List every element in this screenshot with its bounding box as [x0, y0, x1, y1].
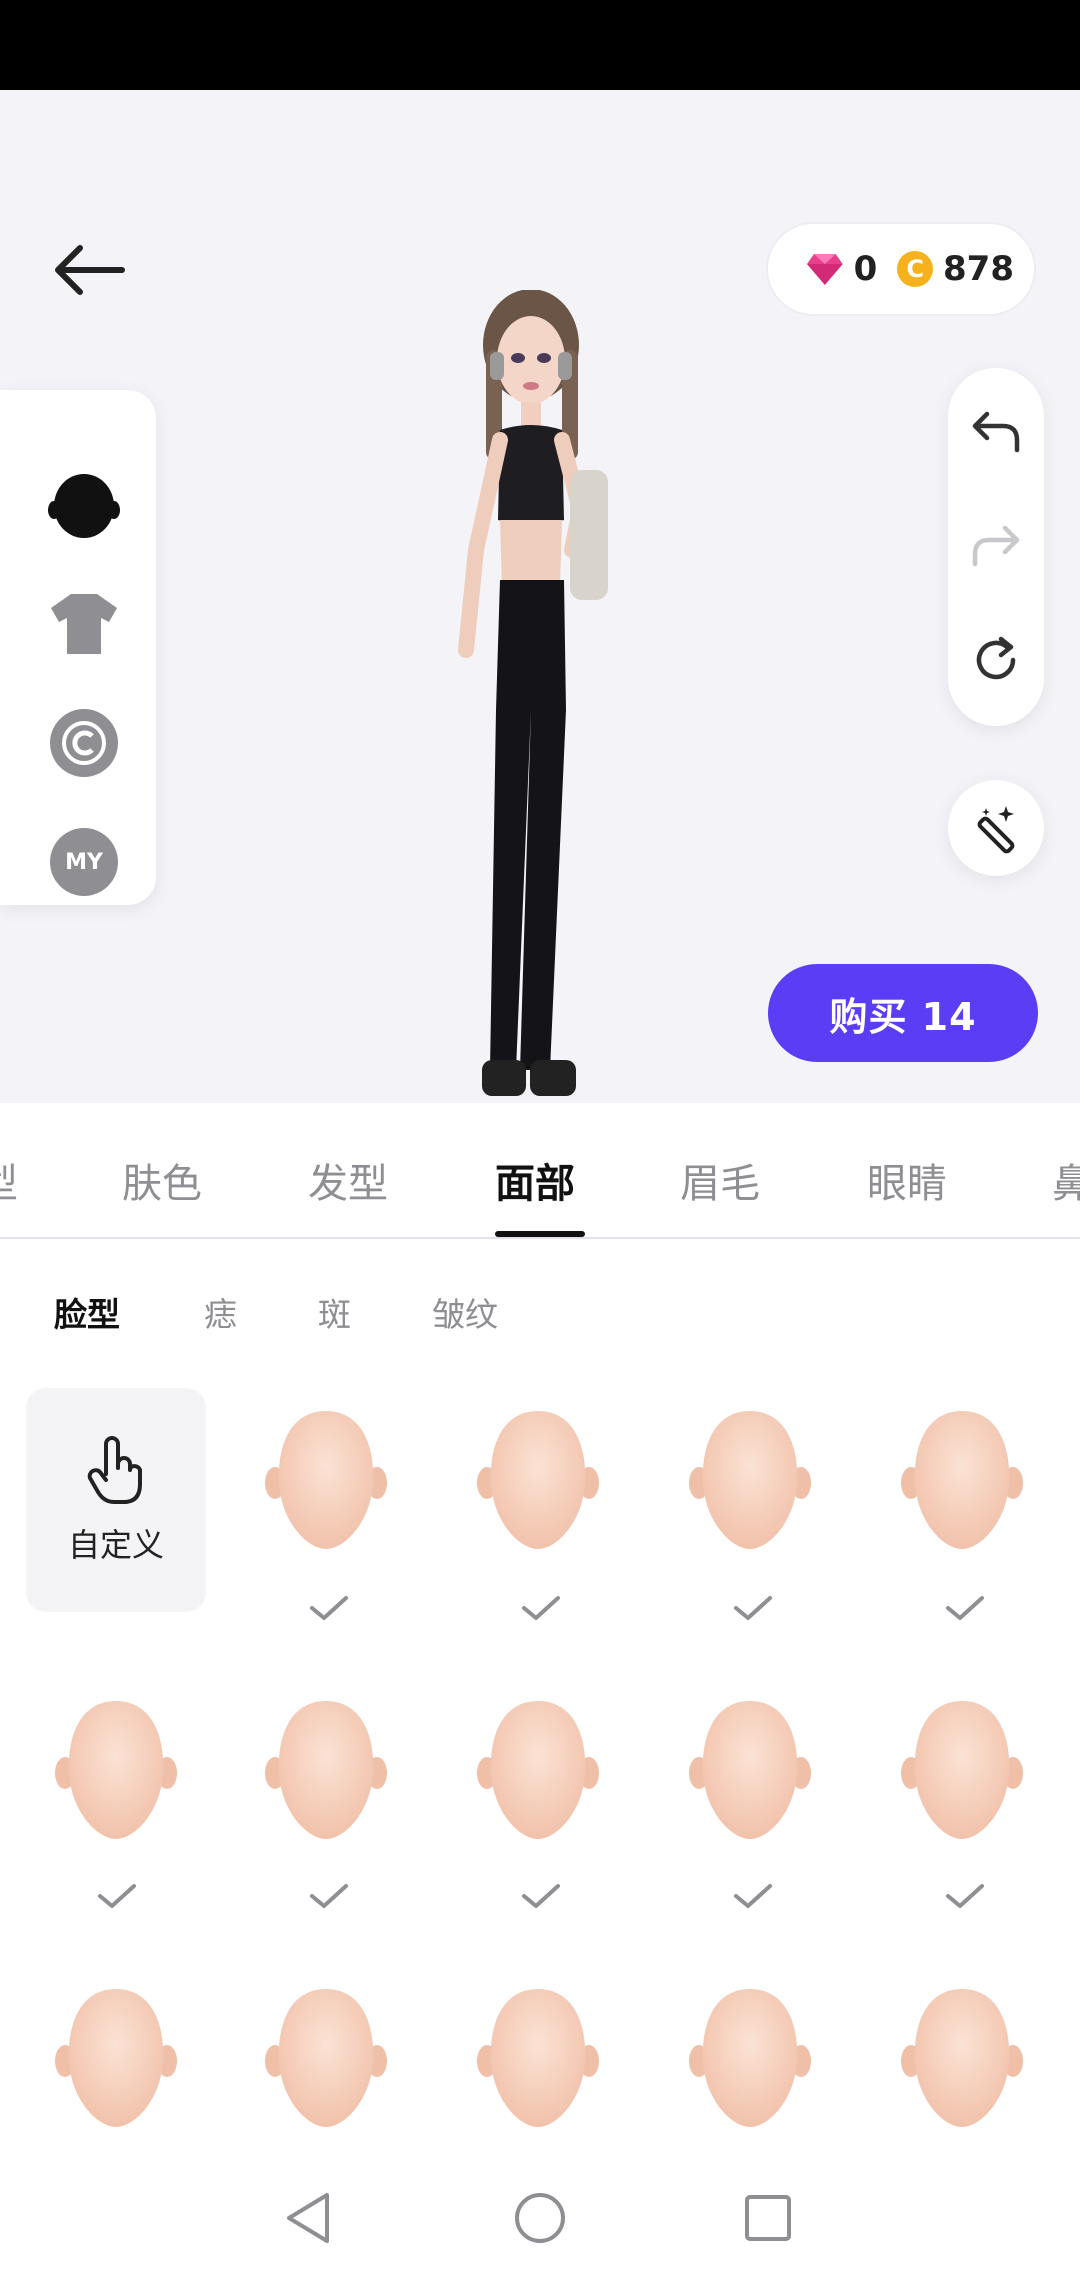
status-bar — [0, 0, 1080, 90]
tab-face[interactable]: 面部 — [495, 1151, 575, 1209]
face-shape-icon — [897, 1405, 1027, 1555]
gem-count: 0 — [853, 249, 878, 289]
buy-button[interactable]: 购买 14 — [768, 964, 1038, 1062]
copyright-icon — [50, 709, 118, 777]
magic-wand-icon — [977, 806, 1015, 854]
face-shape-icon — [261, 1983, 391, 2133]
face-shape-option[interactable] — [660, 1680, 840, 1860]
clothing-category-button[interactable] — [48, 588, 120, 660]
shirt-icon — [51, 594, 117, 654]
undo-button[interactable] — [966, 402, 1026, 462]
face-shape-option[interactable] — [236, 1390, 416, 1570]
nav-recents-button[interactable] — [738, 2188, 798, 2248]
redo-icon — [972, 525, 1020, 567]
custom-tile-label: 自定义 — [67, 1526, 164, 1564]
hand-pointer-icon — [87, 1436, 142, 1504]
owned-check-icon — [96, 1882, 138, 1910]
undo-icon — [972, 411, 1020, 453]
currency-pill[interactable]: 0 C 878 — [766, 222, 1036, 316]
owned-check-icon — [520, 1882, 562, 1910]
face-shape-icon — [685, 1695, 815, 1845]
face-shape-icon — [473, 1405, 603, 1555]
nav-back-button[interactable] — [278, 2188, 338, 2248]
refresh-icon — [976, 636, 1016, 680]
gem-icon — [806, 254, 843, 285]
face-shape-option[interactable] — [26, 1968, 206, 2148]
face-shape-icon — [685, 1983, 815, 2133]
face-shape-option[interactable] — [448, 1680, 628, 1860]
subtab-face-shape[interactable]: 脸型 — [54, 1288, 120, 1336]
tab-eyebrows[interactable]: 眉毛 — [680, 1151, 760, 1209]
face-shape-icon — [897, 1983, 1027, 2133]
custom-face-tile[interactable]: 自定义 — [26, 1388, 206, 1612]
owned-check-icon — [308, 1882, 350, 1910]
tab-hairstyle[interactable]: 发型 — [308, 1151, 388, 1209]
face-shape-option[interactable] — [236, 1968, 416, 2148]
tab-skin-color[interactable]: 肤色 — [122, 1151, 202, 1209]
coin-icon: C — [897, 251, 934, 287]
face-shape-icon — [51, 1983, 181, 2133]
face-shape-option[interactable] — [660, 1968, 840, 2148]
face-shape-option[interactable] — [448, 1968, 628, 2148]
system-nav-bar — [0, 2150, 1080, 2280]
copyright-category-button[interactable] — [48, 707, 120, 779]
owned-check-icon — [732, 1882, 774, 1910]
face-shape-icon — [473, 1983, 603, 2133]
category-side-panel: MY — [0, 390, 156, 905]
history-panel — [948, 368, 1044, 726]
back-button[interactable] — [46, 240, 136, 300]
owned-check-icon — [520, 1594, 562, 1622]
face-shape-option[interactable] — [872, 1390, 1052, 1570]
tab-nose[interactable]: 鼻 — [1052, 1151, 1080, 1209]
redo-button[interactable] — [966, 516, 1026, 576]
magic-wand-button[interactable] — [948, 780, 1044, 876]
face-shape-icon — [261, 1695, 391, 1845]
face-shape-icon — [897, 1695, 1027, 1845]
active-tab-indicator — [495, 1231, 585, 1237]
my-category-button[interactable]: MY — [48, 826, 120, 898]
tab-eyes[interactable]: 眼睛 — [867, 1151, 947, 1209]
subtab-spot[interactable]: 斑 — [318, 1288, 351, 1336]
owned-check-icon — [308, 1594, 350, 1622]
coin-count: 878 — [943, 249, 1014, 289]
face-shape-option[interactable] — [872, 1968, 1052, 2148]
head-category-button[interactable] — [48, 470, 120, 542]
owned-check-icon — [944, 1882, 986, 1910]
face-shape-icon — [261, 1405, 391, 1555]
owned-check-icon — [944, 1594, 986, 1622]
face-shape-icon — [51, 1695, 181, 1845]
avatar-figure[interactable] — [400, 290, 660, 1102]
subtab-wrinkles[interactable]: 皱纹 — [432, 1288, 498, 1336]
face-shape-option[interactable] — [872, 1680, 1052, 1860]
circle-home-icon — [515, 2193, 565, 2243]
face-shape-option[interactable] — [660, 1390, 840, 1570]
nav-home-button[interactable] — [510, 2188, 570, 2248]
owned-check-icon — [732, 1594, 774, 1622]
back-arrow-icon — [55, 245, 125, 295]
reset-button[interactable] — [966, 630, 1026, 690]
face-shape-icon — [685, 1405, 815, 1555]
category-tabs: 型 肤色 发型 面部 眉毛 眼睛 鼻 — [0, 1103, 1080, 1239]
head-icon — [48, 474, 120, 538]
square-recents-icon — [745, 2195, 791, 2241]
triangle-back-icon — [287, 2193, 329, 2243]
my-badge-icon: MY — [50, 828, 118, 896]
face-shape-option[interactable] — [26, 1680, 206, 1860]
face-shape-option[interactable] — [236, 1680, 416, 1860]
face-shape-icon — [473, 1695, 603, 1845]
face-shape-option[interactable] — [448, 1390, 628, 1570]
tab-body-type[interactable]: 型 — [0, 1151, 18, 1209]
subtab-mole[interactable]: 痣 — [204, 1288, 237, 1336]
